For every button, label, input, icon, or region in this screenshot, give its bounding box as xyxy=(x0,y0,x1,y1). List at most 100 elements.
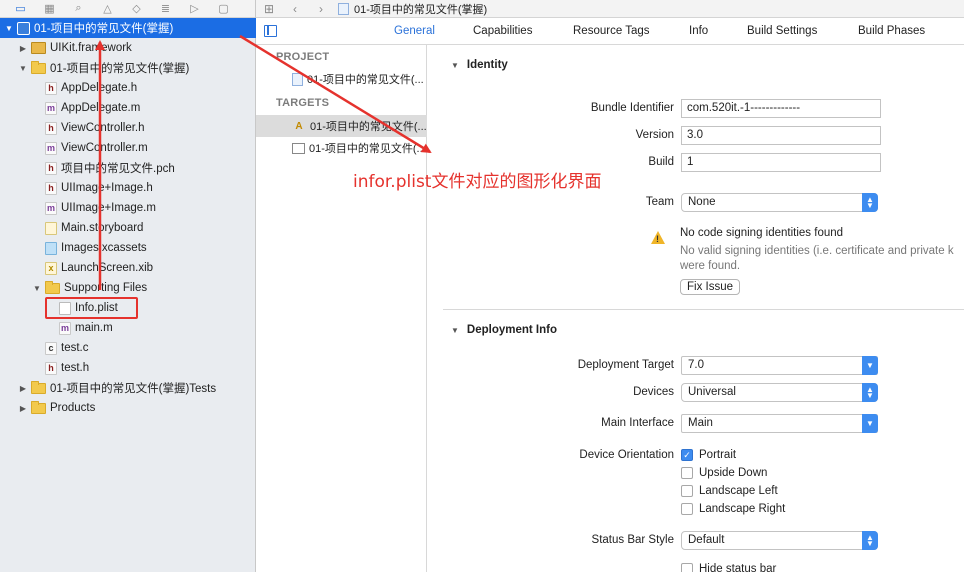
checkbox-checked-icon[interactable]: ✓ xyxy=(681,449,693,461)
disclosure-down-icon[interactable]: ▼ xyxy=(32,284,42,293)
tab-build-settings[interactable]: Build Settings xyxy=(747,25,817,37)
tree-item[interactable]: Main.storyboard xyxy=(0,218,256,238)
target-item-tests[interactable]: 01-项目中的常见文件(... xyxy=(256,137,427,159)
target-item-app[interactable]: A 01-项目中的常见文件(... xyxy=(256,115,427,137)
project-item[interactable]: 01-项目中的常见文件(... xyxy=(256,68,427,90)
version-field[interactable]: 3.0 xyxy=(681,126,881,145)
tab-resource-tags[interactable]: Resource Tags xyxy=(573,25,650,37)
m-file-icon: m xyxy=(59,321,71,335)
tree-item[interactable]: h test.h xyxy=(0,358,256,378)
tree-item[interactable]: Images.xcassets xyxy=(0,238,256,258)
folder-icon xyxy=(31,60,46,74)
tab-info[interactable]: Info xyxy=(689,25,708,37)
forward-icon[interactable]: › xyxy=(308,2,334,16)
fix-issue-button[interactable]: Fix Issue xyxy=(680,279,741,295)
devices-popup[interactable]: Universal ▲ ▼ xyxy=(681,383,878,402)
build-field[interactable]: 1 xyxy=(681,153,881,172)
tree-item-label: Products xyxy=(50,402,96,414)
search-icon[interactable]: ⌕ xyxy=(64,1,93,17)
tab-capabilities[interactable]: Capabilities xyxy=(473,25,532,37)
deployment-target-combo[interactable]: 7.0 ▼ xyxy=(681,356,878,375)
test-icon[interactable]: ◇ xyxy=(122,1,151,17)
assets-file-icon xyxy=(45,241,57,255)
checkbox-icon[interactable] xyxy=(681,467,693,479)
tree-item[interactable]: c test.c xyxy=(0,338,256,358)
disclosure-down-icon[interactable]: ▼ xyxy=(451,61,459,70)
tree-item[interactable]: Info.plist xyxy=(0,298,256,318)
folder-icon[interactable]: ▭ xyxy=(6,1,35,17)
tree-item[interactable]: ▶ UIKit.framework xyxy=(0,38,256,58)
tree-item[interactable]: h ViewController.h xyxy=(0,118,256,138)
orientation-portrait[interactable]: ✓ Portrait xyxy=(681,449,736,461)
disclosure-right-icon[interactable]: ▶ xyxy=(18,44,28,53)
disclosure-down-icon[interactable]: ▼ xyxy=(18,64,28,73)
tree-item-label: test.h xyxy=(61,362,90,374)
tree-item[interactable]: x LaunchScreen.xib xyxy=(0,258,256,278)
checkbox-icon[interactable] xyxy=(681,503,693,515)
chevron-down-icon: ▼ xyxy=(862,356,878,375)
breakpoint-icon[interactable]: ▷ xyxy=(180,1,209,17)
framework-icon xyxy=(31,42,46,54)
tree-item-label: Supporting Files xyxy=(64,282,148,294)
tree-item-label: 项目中的常见文件.pch xyxy=(61,163,175,175)
tree-item[interactable]: ▶ 01-项目中的常见文件(掌握)Tests xyxy=(0,378,256,398)
disclosure-right-icon[interactable]: ▶ xyxy=(18,384,28,393)
device-orientation-label: Device Orientation xyxy=(579,449,674,461)
tree-item[interactable]: m ViewController.m xyxy=(0,138,256,158)
hide-status-bar-label: Hide status bar xyxy=(699,563,777,572)
symbol-icon[interactable]: ▦ xyxy=(35,1,64,17)
orientation-label: Portrait xyxy=(699,449,737,461)
sidebar-toggle-icon[interactable] xyxy=(264,25,277,37)
tab-general[interactable]: General xyxy=(394,25,435,37)
status-bar-style-popup[interactable]: Default ▲ ▼ xyxy=(681,531,878,550)
identity-section-title[interactable]: ▼ Identity xyxy=(451,59,508,71)
breadcrumb[interactable]: 01-项目中的常见文件(掌握) xyxy=(354,1,487,17)
tree-item[interactable]: ▼ Supporting Files xyxy=(0,278,256,298)
back-icon[interactable]: ‹ xyxy=(282,2,308,16)
tree-item[interactable]: ▼ 01-项目中的常见文件(掌握) xyxy=(0,58,256,78)
tree-item[interactable]: m AppDelegate.m xyxy=(0,98,256,118)
m-file-icon: m xyxy=(45,141,57,155)
related-items-icon[interactable]: ⊞ xyxy=(256,2,282,16)
tree-item[interactable]: h 项目中的常见文件.pch xyxy=(0,158,256,178)
disclosure-down-icon[interactable]: ▼ xyxy=(451,326,459,335)
deployment-section-title[interactable]: ▼ Deployment Info xyxy=(451,324,557,336)
tree-item[interactable]: m UIImage+Image.m xyxy=(0,198,256,218)
team-popup[interactable]: None ▲ ▼ xyxy=(681,193,878,212)
target-item-label: 01-项目中的常见文件(... xyxy=(309,143,426,155)
orientation-label: Landscape Left xyxy=(699,485,778,497)
tab-build-phases[interactable]: Build Phases xyxy=(858,25,925,37)
project-icon xyxy=(17,21,30,35)
checkbox-icon[interactable] xyxy=(681,563,693,572)
orientation-landscape-right[interactable]: Landscape Right xyxy=(681,503,785,515)
signing-detail-2: were found. xyxy=(680,260,741,272)
tree-item-label: UIImage+Image.h xyxy=(61,182,153,194)
orientation-landscape-left[interactable]: Landscape Left xyxy=(681,485,778,497)
tree-item[interactable]: h UIImage+Image.h xyxy=(0,178,256,198)
disclosure-right-icon[interactable]: ▶ xyxy=(18,404,28,413)
report-icon[interactable]: ▢ xyxy=(209,1,238,17)
checkbox-icon[interactable] xyxy=(681,485,693,497)
bundle-identifier-label: Bundle Identifier xyxy=(590,102,674,114)
folder-icon xyxy=(31,380,46,394)
disclosure-down-icon[interactable]: ▼ xyxy=(4,24,14,33)
popup-arrows-icon: ▲ ▼ xyxy=(862,193,878,212)
h-file-icon: h xyxy=(45,121,57,135)
editor-jump-bar: ⊞ ‹ › 01-项目中的常见文件(掌握) xyxy=(256,0,964,18)
warning-icon[interactable]: △ xyxy=(93,1,122,17)
plist-file-icon xyxy=(59,301,71,315)
xib-file-icon: x xyxy=(45,261,57,275)
identity-title: Identity xyxy=(466,59,508,71)
hide-status-bar[interactable]: Hide status bar xyxy=(681,563,776,572)
tree-item[interactable]: m main.m xyxy=(0,318,256,338)
tree-item[interactable]: ▼ 01-项目中的常见文件(掌握) xyxy=(0,18,256,38)
debug-icon[interactable]: ≣ xyxy=(151,1,180,17)
tree-item[interactable]: ▶ Products xyxy=(0,398,256,418)
main-interface-combo[interactable]: Main ▼ xyxy=(681,414,878,433)
targets-header: TARGETS xyxy=(276,97,330,109)
tree-item-label: 01-项目中的常见文件(掌握) xyxy=(34,23,174,35)
bundle-identifier-field[interactable]: com.520it.-1------------- xyxy=(681,99,881,118)
team-label: Team xyxy=(645,196,674,208)
tree-item[interactable]: h AppDelegate.h xyxy=(0,78,256,98)
orientation-upside-down[interactable]: Upside Down xyxy=(681,467,767,479)
